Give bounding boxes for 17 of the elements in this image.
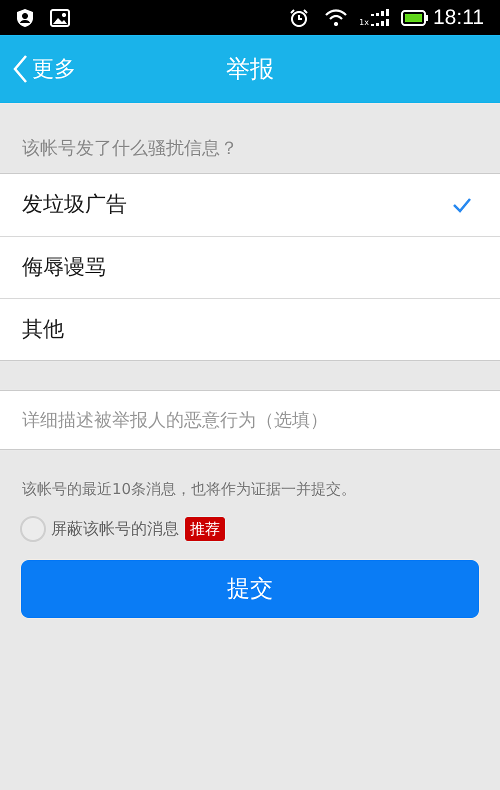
status-time: 18:11	[433, 4, 484, 31]
signal-label: 1x	[359, 19, 369, 27]
submit-button[interactable]: 提交	[21, 560, 479, 618]
evidence-note: 该帐号的最近10条消息，也将作为证据一并提交。	[21, 479, 358, 500]
block-checkbox[interactable]	[20, 516, 46, 542]
wifi-icon	[325, 8, 348, 26]
chevron-left-icon	[12, 54, 28, 84]
battery-icon	[401, 10, 429, 26]
section-label: 该帐号发了什么骚扰信息？	[21, 137, 239, 161]
block-label: 屏蔽该帐号的消息	[51, 518, 179, 540]
detail-field[interactable]: 详细描述被举报人的恶意行为（选填）	[0, 390, 500, 450]
image-icon	[50, 8, 70, 26]
recommended-badge: 推荐	[185, 517, 225, 541]
shield-icon	[16, 8, 34, 28]
alarm-icon	[289, 8, 310, 28]
page-title: 举报	[226, 54, 274, 85]
check-icon	[452, 197, 472, 213]
